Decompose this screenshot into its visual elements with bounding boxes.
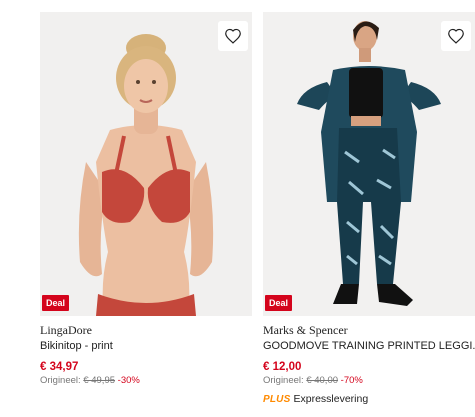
product-brand[interactable]: Marks & Spencer bbox=[263, 323, 475, 337]
wishlist-button[interactable] bbox=[218, 21, 248, 51]
original-price: € 40,00 bbox=[306, 375, 339, 386]
deal-badge: Deal bbox=[42, 295, 70, 311]
original-label: Origineel: bbox=[40, 375, 81, 386]
delivery-text: Expresslevering bbox=[293, 393, 369, 405]
plus-badge: PLUS bbox=[263, 394, 291, 405]
discount-percent: -30% bbox=[117, 375, 140, 386]
product-price: € 34,97 bbox=[40, 361, 79, 373]
product-name[interactable]: Bikinitop - print bbox=[40, 339, 252, 353]
original-price-line: Origineel: € 49,95 -30% bbox=[40, 375, 252, 387]
product-image[interactable]: Deal bbox=[40, 12, 252, 316]
original-price-line: Origineel: € 40,00 -70% bbox=[263, 375, 475, 387]
product-name[interactable]: GOODMOVE TRAINING PRINTED LEGGI... bbox=[263, 339, 475, 353]
product-image[interactable]: Deal bbox=[263, 12, 475, 316]
deal-badge: Deal bbox=[265, 295, 293, 311]
product-price: € 12,00 bbox=[263, 361, 302, 373]
wishlist-button[interactable] bbox=[441, 21, 471, 51]
original-price: € 49,95 bbox=[83, 375, 116, 386]
discount-percent: -70% bbox=[340, 375, 363, 386]
product-photo-bikini bbox=[40, 12, 252, 316]
heart-outline-icon bbox=[225, 28, 241, 44]
product-card[interactable]: Deal Marks & Spencer GOODMOVE TRAINING P… bbox=[263, 12, 475, 406]
heart-outline-icon bbox=[448, 28, 464, 44]
product-brand[interactable]: LingaDore bbox=[40, 323, 252, 337]
product-photo-leggings bbox=[263, 12, 475, 316]
product-card[interactable]: Deal LingaDore Bikinitop - print € 34,97… bbox=[40, 12, 252, 387]
original-label: Origineel: bbox=[263, 375, 304, 386]
express-delivery-line: PLUS Expresslevering bbox=[263, 393, 475, 406]
